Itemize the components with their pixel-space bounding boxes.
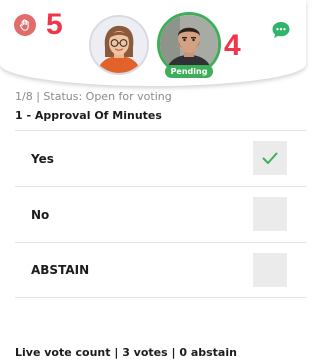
- chat-button[interactable]: [271, 20, 291, 40]
- question-title: 1 - Approval Of Minutes: [15, 109, 162, 122]
- live-vote-count: Live vote count | 3 votes | 0 abstain: [15, 346, 237, 359]
- option-label: ABSTAIN: [31, 263, 90, 277]
- option-yes[interactable]: Yes: [15, 130, 306, 186]
- option-checkbox-no[interactable]: [253, 197, 287, 231]
- option-no[interactable]: No: [15, 186, 306, 242]
- option-abstain[interactable]: ABSTAIN: [15, 242, 306, 298]
- option-label: Yes: [31, 151, 54, 166]
- header-bar: 5 Pending 4: [0, 0, 306, 86]
- vote-options: Yes No ABSTAIN: [15, 130, 306, 298]
- raised-hands-count: 5: [46, 8, 63, 41]
- option-checkbox-yes[interactable]: [253, 141, 287, 175]
- raise-hand-button[interactable]: [14, 14, 36, 36]
- chat-bubble-icon: [272, 22, 290, 38]
- participant-avatar-1[interactable]: [89, 15, 149, 75]
- vote-status: 1/8 | Status: Open for voting: [15, 90, 172, 103]
- option-checkbox-abstain[interactable]: [253, 253, 287, 287]
- participant-count: 4: [224, 29, 241, 62]
- option-label: No: [31, 207, 50, 222]
- hand-icon: [19, 19, 29, 31]
- avatar-woman-glasses: [91, 17, 147, 73]
- check-icon: [262, 152, 278, 164]
- pending-badge: Pending: [165, 65, 213, 78]
